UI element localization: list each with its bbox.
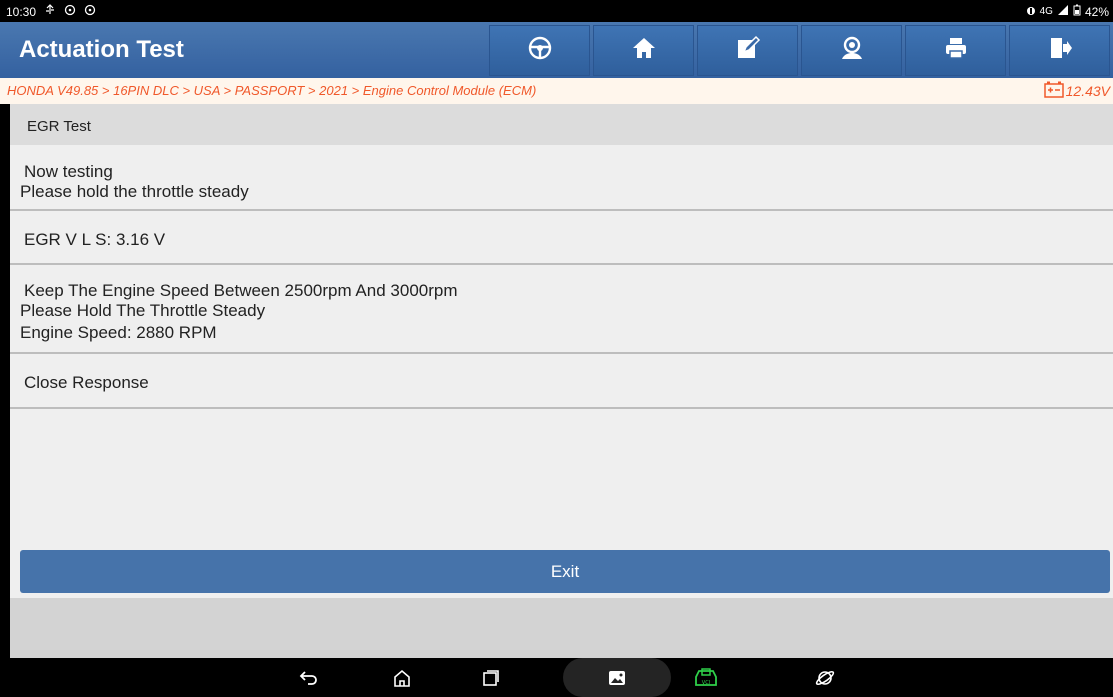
battery-voltage: 12.43V: [1043, 81, 1110, 101]
svg-text:VCI: VCI: [702, 680, 710, 686]
battery-percent: 42%: [1084, 4, 1109, 19]
status-row: Now testing Please hold the throttle ste…: [10, 145, 1113, 211]
row-line: Close Response: [24, 373, 149, 392]
back-icon[interactable]: [292, 658, 326, 697]
feedback-button[interactable]: [801, 25, 902, 76]
page-title: Actuation Test: [19, 36, 184, 63]
row-line: Keep The Engine Speed Between 2500rpm An…: [24, 281, 458, 300]
row-line: EGR V L S: 3.16 V: [24, 230, 166, 249]
support-icon: [838, 35, 866, 66]
chat-icon: [84, 4, 96, 19]
voltage-value: 12.43V: [1065, 83, 1110, 99]
panel-header: EGR Test: [10, 104, 1113, 145]
car-battery-icon: [1043, 81, 1064, 101]
home-nav-icon[interactable]: [385, 658, 419, 697]
diagnose-button[interactable]: [489, 25, 590, 76]
home-icon: [631, 35, 657, 66]
chat-icon: [64, 4, 76, 19]
row-line: Engine Speed: 2880 RPM: [20, 323, 217, 342]
exit-button[interactable]: Exit: [20, 550, 1110, 593]
report-button[interactable]: [697, 25, 798, 76]
row-line: Now testing: [24, 162, 113, 181]
print-button[interactable]: [905, 25, 1006, 76]
exit-app-button[interactable]: [1009, 25, 1110, 76]
status-bar: 10:30 4G 42%: [0, 0, 1113, 22]
test-panel: EGR Test Now testing Please hold the thr…: [10, 104, 1113, 548]
status-time: 10:30: [6, 4, 37, 19]
instruction-row: Keep The Engine Speed Between 2500rpm An…: [10, 265, 1113, 354]
response-row: Close Response: [10, 354, 1113, 409]
usb-icon: [44, 4, 56, 19]
vci-icon[interactable]: VCI: [689, 658, 723, 697]
footer-band: [10, 598, 1113, 658]
panel-title: EGR Test: [27, 118, 91, 135]
signal-icon: [1057, 4, 1069, 19]
action-bar: Exit: [10, 548, 1113, 598]
battery-icon: [1073, 4, 1081, 19]
title-bar: Actuation Test: [0, 22, 1113, 78]
recent-apps-icon[interactable]: [474, 658, 508, 697]
vibrate-icon: [1026, 5, 1036, 19]
browser-icon[interactable]: [808, 658, 842, 697]
breadcrumb: HONDA V49.85 > 16PIN DLC > USA > PASSPOR…: [0, 78, 1113, 104]
home-button[interactable]: [593, 25, 694, 76]
breadcrumb-path: HONDA V49.85 > 16PIN DLC > USA > PASSPOR…: [7, 83, 537, 98]
edit-icon: [735, 35, 761, 66]
printer-icon: [943, 35, 969, 66]
network-label: 4G: [1039, 6, 1053, 17]
navigation-bar: VCI: [0, 658, 1113, 697]
row-line: Please Hold The Throttle Steady: [20, 301, 266, 320]
steering-icon: [527, 35, 553, 66]
exit-door-icon: [1047, 35, 1073, 66]
gallery-icon[interactable]: [600, 658, 634, 697]
reading-row: EGR V L S: 3.16 V: [10, 211, 1113, 265]
row-line: Please hold the throttle steady: [20, 182, 249, 201]
